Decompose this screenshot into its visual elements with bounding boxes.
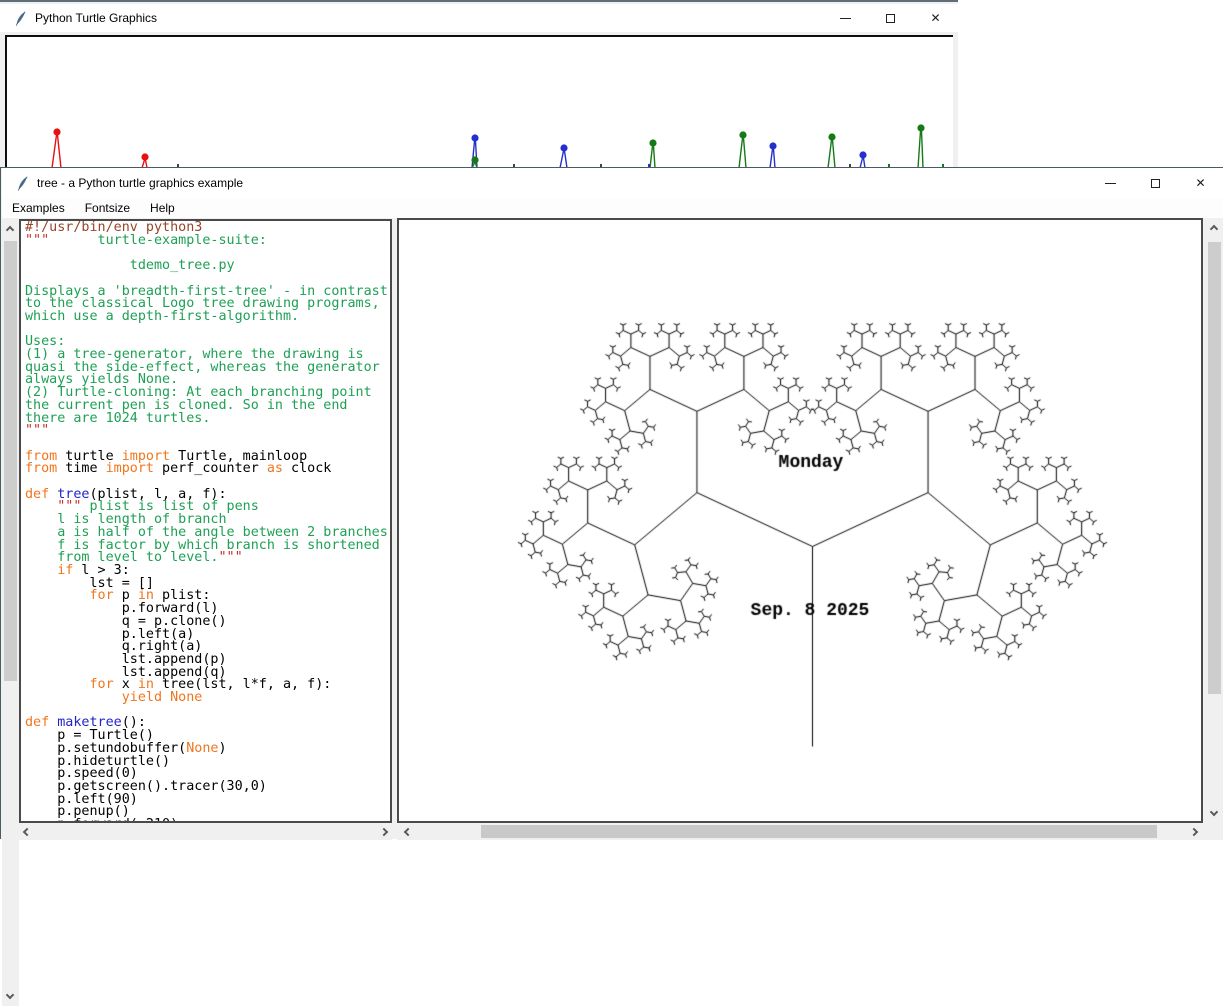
code-line: from time import perf_counter as clock [25,463,390,476]
fg-minimize-button[interactable] [1088,168,1133,198]
turtle-canvas-frame [397,218,1203,823]
menu-bar: Examples Fontsize Help [2,198,1223,218]
menu-examples[interactable]: Examples [2,199,75,217]
code-line: """ [25,425,390,438]
fg-window-title: tree - a Python turtle graphics example [37,176,243,190]
code-line: tdemo_tree.py [25,260,390,273]
turtle-canvas [399,220,1201,821]
code-vscroll-thumb[interactable] [4,241,17,681]
code-horizontal-scrollbar[interactable] [19,823,392,840]
canvas-vertical-scrollbar[interactable] [1205,218,1223,823]
tree-demo-window: tree - a Python turtle graphics example … [0,167,1223,839]
code-line: """ turtle-example-suite: [25,235,390,248]
canvas-horizontal-scrollbar[interactable] [397,823,1205,840]
scroll-left-icon[interactable] [23,827,31,835]
close-icon: ✕ [1195,176,1205,190]
background-window: Python Turtle Graphics ✕ [0,0,958,167]
canvas-vscroll-thumb[interactable] [1208,242,1221,694]
scroll-up-icon[interactable] [6,226,14,234]
code-line [25,324,390,337]
scrollbar-corner [1205,823,1223,840]
fg-close-button[interactable]: ✕ [1178,168,1223,198]
scroll-left-icon[interactable] [404,828,412,836]
fg-maximize-button[interactable] [1133,168,1178,198]
code-line: yield None [25,692,390,705]
scroll-down-icon[interactable] [1210,808,1218,816]
fg-titlebar[interactable]: tree - a Python turtle graphics example … [2,168,1223,198]
scroll-down-icon[interactable] [6,991,14,999]
code-line: there are 1024 turtles. [25,413,390,426]
bg-turtle-drawing [0,2,958,169]
code-line: which use a depth-first-algorithm. [25,311,390,324]
scroll-up-icon[interactable] [1210,225,1218,233]
tk-feather-icon [16,176,29,191]
scroll-right-icon[interactable] [380,827,388,835]
canvas-hscroll-thumb[interactable] [481,825,1157,838]
scroll-right-icon[interactable] [1190,828,1198,836]
code-pane[interactable]: #!/usr/bin/env python3""" turtle-example… [19,219,392,823]
code-vertical-scrollbar[interactable] [2,219,19,1006]
minimize-icon [1105,183,1116,184]
menu-fontsize[interactable]: Fontsize [75,199,140,217]
menu-help[interactable]: Help [140,199,185,217]
maximize-icon [1151,179,1160,188]
